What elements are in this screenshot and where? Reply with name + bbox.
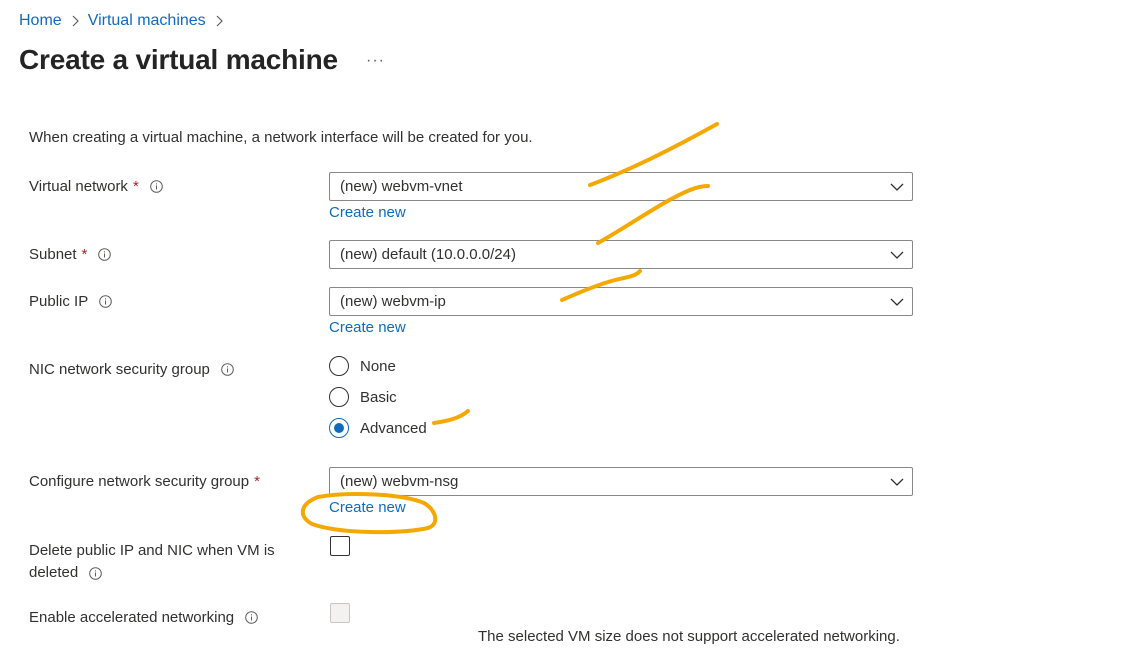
configure-nsg-label: Configure network security group * — [29, 473, 260, 490]
nic-nsg-label-text: NIC network security group — [29, 361, 210, 378]
delete-public-ip-label-line2-wrap: deleted — [29, 562, 275, 584]
nic-nsg-option-none[interactable]: None — [329, 356, 396, 376]
subnet-label: Subnet * — [29, 246, 112, 263]
info-icon[interactable] — [89, 566, 103, 580]
accelerated-networking-label: Enable accelerated networking — [29, 609, 258, 626]
chevron-down-icon — [882, 298, 912, 306]
info-icon[interactable] — [149, 180, 163, 193]
breadcrumb-virtual-machines[interactable]: Virtual machines — [88, 12, 206, 30]
delete-public-ip-checkbox[interactable] — [330, 536, 350, 556]
radio-label: Basic — [360, 388, 397, 406]
public-ip-dropdown[interactable]: (new) webvm-ip — [329, 287, 913, 316]
annotation-stroke — [432, 409, 470, 425]
configure-nsg-dropdown[interactable]: (new) webvm-nsg — [329, 467, 913, 496]
nic-nsg-option-advanced[interactable]: Advanced — [329, 418, 427, 438]
chevron-down-icon — [882, 183, 912, 191]
radio-label: None — [360, 357, 396, 375]
required-marker: * — [81, 246, 88, 263]
radio-label: Advanced — [360, 419, 427, 437]
chevron-right-icon — [71, 15, 79, 27]
virtual-network-create-new-link[interactable]: Create new — [329, 204, 406, 221]
chevron-down-icon — [882, 251, 912, 259]
subnet-label-text: Subnet — [29, 246, 77, 263]
required-marker: * — [132, 178, 139, 195]
chevron-right-icon — [215, 15, 223, 27]
accelerated-networking-note: The selected VM size does not support ac… — [478, 628, 900, 645]
public-ip-create-new-link[interactable]: Create new — [329, 319, 406, 336]
nic-nsg-option-basic[interactable]: Basic — [329, 387, 397, 407]
virtual-network-dropdown[interactable]: (new) webvm-vnet — [329, 172, 913, 201]
subnet-value: (new) default (10.0.0.0/24) — [340, 246, 516, 263]
info-icon[interactable] — [99, 295, 113, 308]
delete-public-ip-label: Delete public IP and NIC when VM is dele… — [29, 540, 275, 584]
chevron-down-icon — [882, 478, 912, 486]
info-icon[interactable] — [221, 363, 234, 376]
virtual-network-value: (new) webvm-vnet — [340, 178, 463, 195]
delete-public-ip-label-line1: Delete public IP and NIC when VM is — [29, 542, 275, 559]
delete-public-ip-label-line2: deleted — [29, 564, 79, 581]
configure-nsg-value: (new) webvm-nsg — [340, 473, 459, 490]
page-title: Create a virtual machine — [19, 44, 338, 75]
info-icon[interactable] — [245, 611, 258, 624]
virtual-network-label: Virtual network * — [29, 178, 163, 195]
accelerated-networking-label-text: Enable accelerated networking — [29, 609, 235, 626]
public-ip-value: (new) webvm-ip — [340, 293, 446, 310]
virtual-network-label-text: Virtual network — [29, 178, 128, 195]
intro-text: When creating a virtual machine, a netwo… — [29, 129, 533, 146]
subnet-dropdown[interactable]: (new) default (10.0.0.0/24) — [329, 240, 913, 269]
more-options-icon[interactable]: ··· — [366, 52, 385, 70]
radio-unchecked-icon[interactable] — [329, 387, 349, 407]
public-ip-label: Public IP — [29, 293, 113, 310]
info-icon[interactable] — [98, 248, 112, 261]
breadcrumb-home[interactable]: Home — [19, 12, 62, 30]
configure-nsg-create-new-link[interactable]: Create new — [329, 499, 406, 516]
nic-nsg-label: NIC network security group — [29, 361, 234, 378]
breadcrumb: Home Virtual machines — [19, 12, 232, 30]
configure-nsg-label-text: Configure network security group — [29, 473, 250, 490]
required-marker: * — [254, 473, 260, 490]
public-ip-label-text: Public IP — [29, 293, 89, 310]
create-vm-page: Home Virtual machines Create a virtual m… — [0, 0, 1147, 669]
accelerated-networking-checkbox[interactable] — [330, 603, 350, 623]
radio-checked-icon[interactable] — [329, 418, 349, 438]
radio-unchecked-icon[interactable] — [329, 356, 349, 376]
